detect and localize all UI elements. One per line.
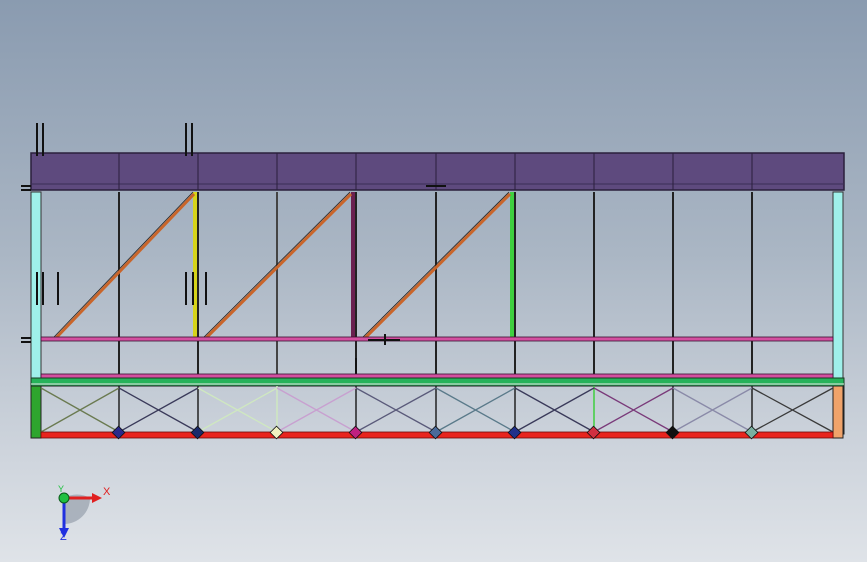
cad-viewport[interactable]: X Y Z bbox=[0, 0, 867, 562]
x-axis-arrow bbox=[92, 493, 102, 503]
right-end-post[interactable] bbox=[832, 191, 844, 387]
z-axis-label: Z bbox=[60, 531, 67, 543]
model-canvas[interactable] bbox=[0, 0, 867, 562]
lower-rail[interactable] bbox=[40, 373, 834, 379]
y-axis-label: Y bbox=[58, 484, 65, 494]
right-end-plate[interactable] bbox=[832, 385, 844, 439]
deck-beam[interactable] bbox=[30, 377, 845, 387]
x-axis-label: X bbox=[103, 486, 111, 498]
mid-rail[interactable] bbox=[40, 336, 834, 342]
top-beam[interactable] bbox=[30, 152, 845, 191]
vertical-posts[interactable] bbox=[118, 192, 753, 383]
left-end-plate[interactable] bbox=[30, 385, 42, 439]
side-ticks bbox=[36, 272, 207, 305]
y-axis-dot bbox=[58, 492, 70, 504]
diagonal-braces[interactable] bbox=[53, 192, 512, 341]
